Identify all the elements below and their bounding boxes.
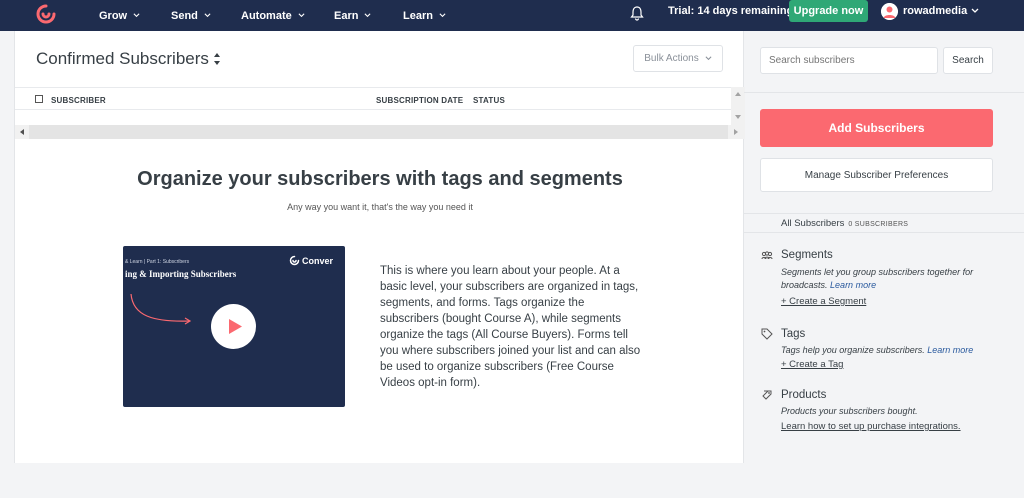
vertical-scrollbar[interactable] — [731, 87, 745, 125]
segments-learn-more-link[interactable]: Learn more — [830, 280, 876, 290]
scroll-down-arrow-icon[interactable] — [735, 115, 741, 119]
chevron-down-icon[interactable] — [971, 7, 979, 15]
segments-description: Segments let you group subscribers toget… — [781, 266, 996, 292]
scroll-right-arrow-icon[interactable] — [734, 129, 738, 135]
page-title: Confirmed Subscribers — [36, 49, 209, 68]
upgrade-button[interactable]: Upgrade now — [789, 0, 868, 22]
chevron-down-icon — [364, 13, 371, 18]
all-subscribers-row[interactable]: All Subscribers 0 SUBSCRIBERS — [781, 218, 908, 229]
user-avatar-icon — [881, 3, 898, 20]
products-title: Products — [781, 389, 827, 401]
products-description: Products your subscribers bought. — [781, 406, 918, 416]
curved-arrow-icon — [130, 293, 192, 325]
chevron-down-icon — [705, 56, 712, 61]
trial-status: Trial: 14 days remaining — [668, 5, 794, 17]
bell-icon[interactable] — [629, 5, 645, 21]
select-all-checkbox[interactable] — [35, 95, 43, 103]
bulk-actions-label: Bulk Actions — [644, 53, 699, 64]
convertkit-logo-icon — [289, 255, 300, 266]
tags-description: Tags help you organize subscribers. Lear… — [781, 344, 996, 357]
empty-state-title: Organize your subscribers with tags and … — [137, 168, 623, 190]
convertkit-logo-icon[interactable] — [35, 3, 57, 25]
product-icon — [762, 390, 772, 400]
tags-learn-more-link[interactable]: Learn more — [927, 345, 973, 355]
chevron-down-icon — [298, 13, 305, 18]
nav-learn[interactable]: Learn — [403, 0, 446, 31]
bulk-actions-dropdown[interactable]: Bulk Actions — [633, 45, 723, 72]
nav-learn-label: Learn — [403, 9, 433, 22]
play-button[interactable] — [211, 304, 256, 349]
sort-toggle-icon[interactable] — [213, 52, 221, 66]
nav-automate-label: Automate — [241, 9, 292, 22]
avatar[interactable] — [881, 3, 898, 20]
nav-automate[interactable]: Automate — [241, 0, 305, 31]
chevron-down-icon — [439, 13, 446, 18]
all-subscribers-count: 0 SUBSCRIBERS — [848, 221, 909, 228]
chevron-down-icon — [204, 13, 211, 18]
tag-icon — [761, 328, 773, 340]
tags-title: Tags — [781, 328, 806, 340]
video-brand: Conver — [302, 256, 334, 266]
video-thumbnail[interactable]: & Learn | Part 1: Subscribers ing & Impo… — [123, 246, 345, 407]
add-subscribers-button[interactable]: Add Subscribers — [760, 109, 993, 147]
purchase-integrations-link[interactable]: Learn how to set up purchase integration… — [781, 421, 961, 432]
nav-grow-label: Grow — [99, 9, 128, 22]
table-header: SUBSCRIBER SUBSCRIPTION DATE STATUS — [15, 87, 731, 110]
top-nav: Grow Send Automate Earn Learn Trial: 14 … — [0, 0, 1024, 31]
nav-earn-label: Earn — [334, 9, 359, 22]
segments-desc-text: Segments let you group subscribers toget… — [781, 267, 974, 290]
scrollbar-thumb[interactable] — [29, 125, 728, 139]
tags-desc-text: Tags help you organize subscribers. — [781, 345, 925, 355]
username[interactable]: rowadmedia — [903, 0, 967, 23]
empty-state-subtitle: Any way you want it, that's the way you … — [287, 202, 473, 212]
empty-state-description: This is where you learn about your peopl… — [380, 265, 641, 389]
search-button[interactable]: Search — [943, 47, 993, 74]
sidebar-divider — [744, 92, 1024, 93]
all-subscribers-label: All Subscribers — [781, 218, 845, 229]
column-subscriber[interactable]: SUBSCRIBER — [51, 96, 106, 105]
video-title: ing & Importing Subscribers — [125, 269, 237, 279]
scroll-up-arrow-icon[interactable] — [735, 92, 741, 96]
sidebar-divider — [744, 213, 1024, 214]
main-panel: Confirmed Subscribers Bulk Actions SUBSC… — [14, 31, 745, 463]
sidebar-divider — [744, 232, 1024, 233]
nav-send-label: Send — [171, 9, 198, 22]
search-input[interactable] — [760, 47, 938, 74]
nav-send[interactable]: Send — [171, 0, 211, 31]
chevron-down-icon — [133, 13, 140, 18]
scroll-left-arrow-icon[interactable] — [20, 129, 24, 135]
segments-icon — [761, 251, 773, 260]
manage-preferences-button[interactable]: Manage Subscriber Preferences — [760, 158, 993, 192]
horizontal-scrollbar[interactable] — [15, 125, 745, 139]
segments-title: Segments — [781, 249, 833, 261]
column-subscription-date[interactable]: SUBSCRIPTION DATE — [376, 96, 463, 105]
nav-earn[interactable]: Earn — [334, 0, 371, 31]
play-icon — [229, 319, 242, 334]
video-crumb: & Learn | Part 1: Subscribers — [125, 259, 190, 265]
create-segment-link[interactable]: + Create a Segment — [781, 296, 866, 307]
create-tag-link[interactable]: + Create a Tag — [781, 359, 843, 370]
column-status[interactable]: STATUS — [473, 96, 505, 105]
nav-grow[interactable]: Grow — [99, 0, 140, 31]
